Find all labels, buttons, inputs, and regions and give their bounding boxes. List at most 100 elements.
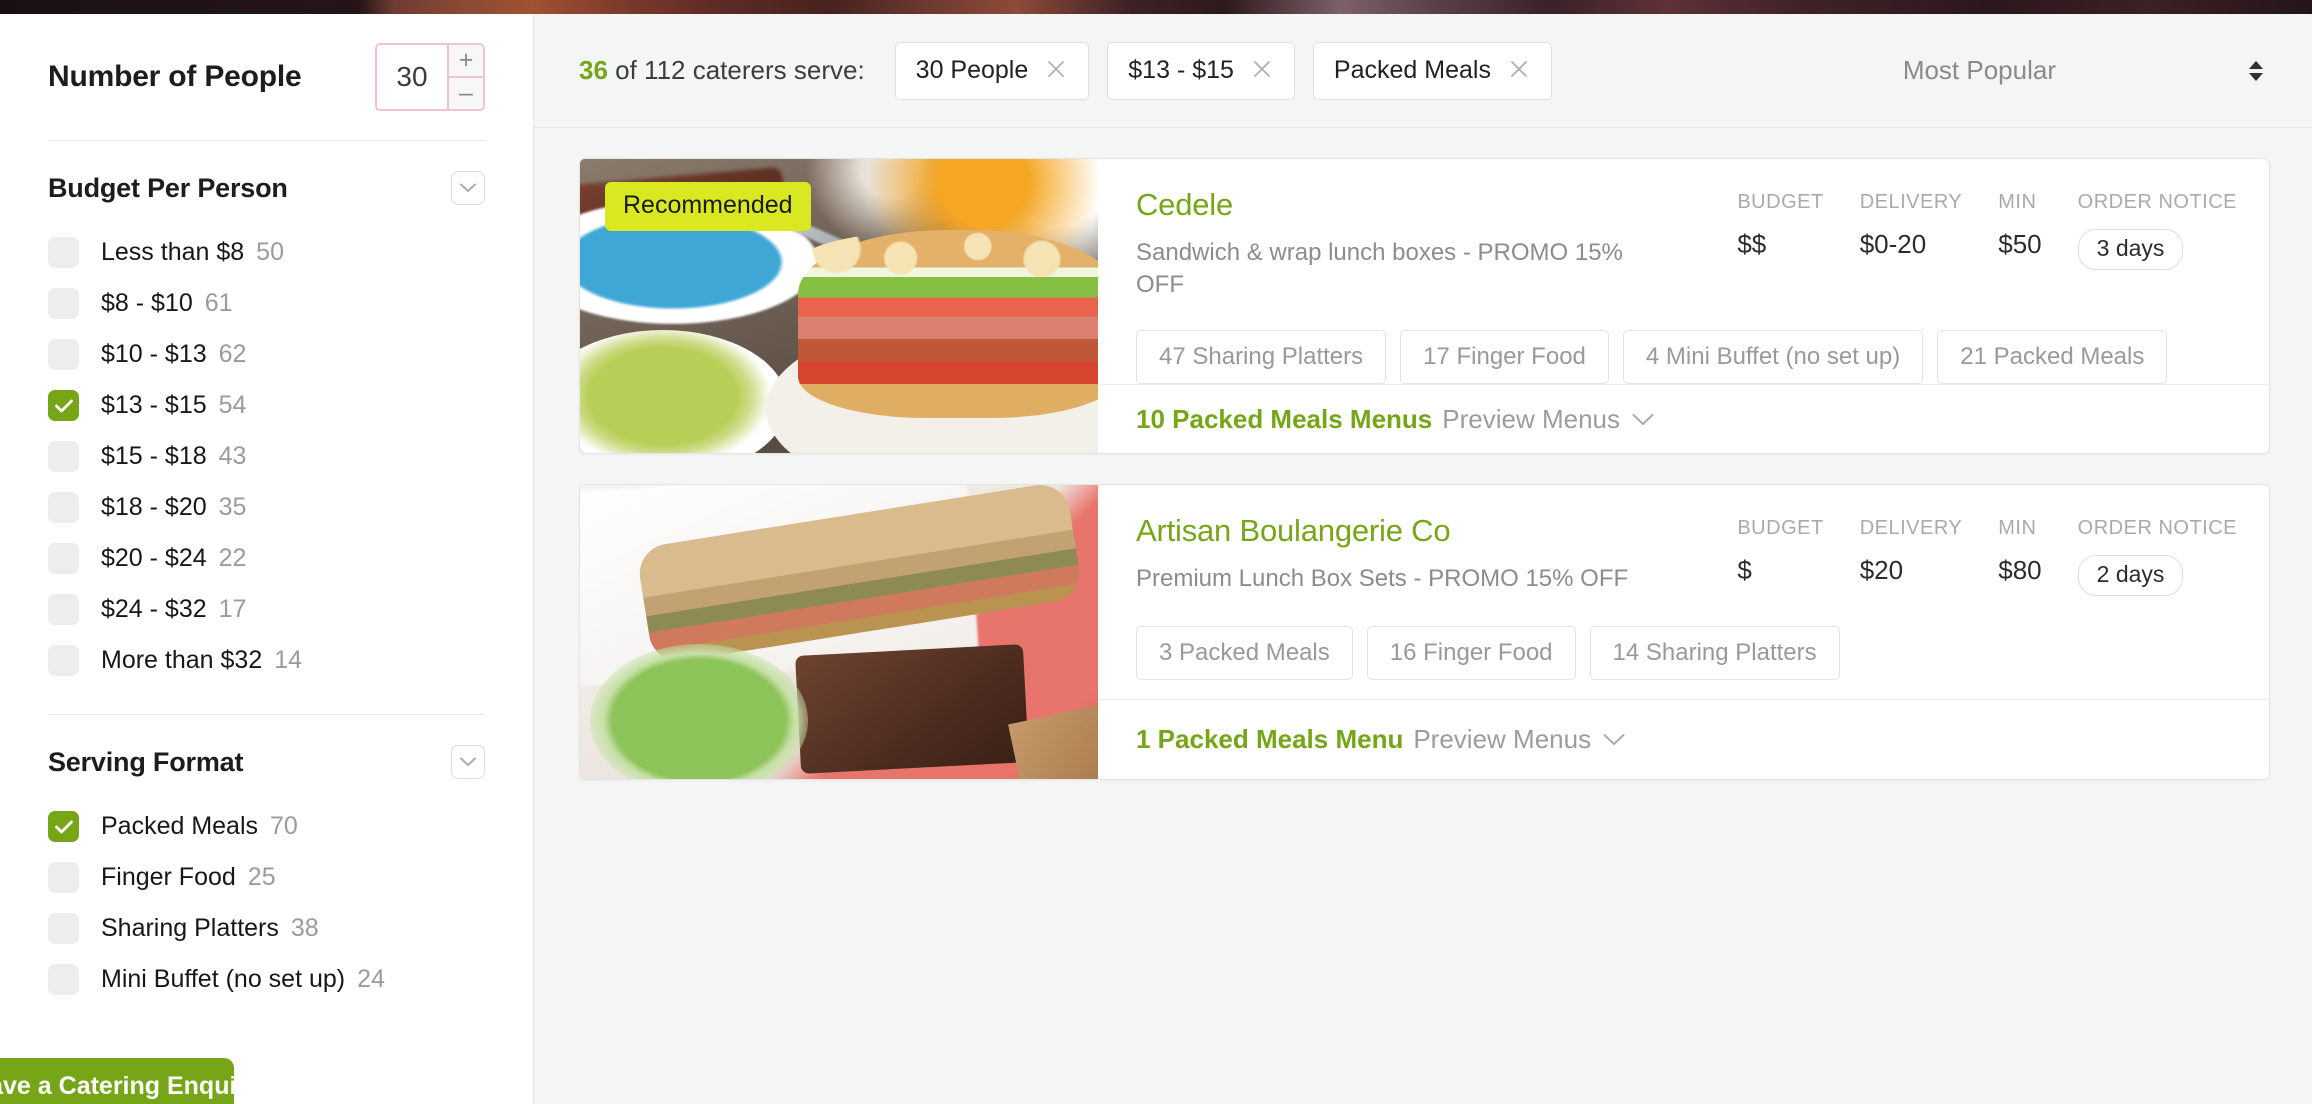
- filter-chip[interactable]: 30 People: [894, 41, 1090, 100]
- menu-category-tag[interactable]: 4 Mini Buffet (no set up): [1622, 330, 1924, 385]
- budget-collapse-button[interactable]: [451, 171, 485, 205]
- serving-format-group: Serving Format Packed Meals 70 Finger Food…: [48, 715, 485, 1005]
- close-icon[interactable]: [1507, 57, 1531, 85]
- serving-format-option-label: Mini Buffet (no set up): [101, 965, 346, 993]
- hero-image-strip: [0, 0, 2312, 14]
- serving-format-option[interactable]: Finger Food 25: [48, 852, 485, 903]
- chevron-down-icon[interactable]: [1603, 733, 1625, 746]
- menu-category-tag[interactable]: 17 Finger Food: [1400, 330, 1609, 385]
- caterer-stat: BUDGET $: [1737, 517, 1823, 596]
- menu-category-tag[interactable]: 21 Packed Meals: [1937, 330, 2168, 385]
- budget-checkbox[interactable]: [48, 492, 79, 523]
- budget-checkbox[interactable]: [48, 339, 79, 370]
- menu-category-tag[interactable]: 3 Packed Meals: [1136, 626, 1353, 680]
- caterer-info: Artisan Boulangerie Co Premium Lunch Box …: [1136, 513, 1737, 596]
- caterer-card[interactable]: Artisan Boulangerie Co Premium Lunch Box …: [579, 484, 2270, 780]
- serving-format-option[interactable]: Sharing Platters 38: [48, 903, 485, 954]
- serving-format-option-label: Packed Meals: [101, 812, 259, 840]
- budget-checkbox[interactable]: [48, 288, 79, 319]
- caterer-thumbnail[interactable]: [580, 485, 1098, 779]
- caterer-stat-value: $50: [1998, 229, 2042, 259]
- budget-checkbox[interactable]: [48, 390, 79, 421]
- serving-format-collapse-button[interactable]: [451, 745, 485, 779]
- people-count-input[interactable]: 30: [377, 45, 447, 109]
- close-icon[interactable]: [1250, 57, 1274, 85]
- chevron-down-icon[interactable]: [1632, 413, 1654, 426]
- budget-option[interactable]: $15 - $18 43: [48, 431, 485, 482]
- budget-option-label: $20 - $24: [101, 544, 207, 572]
- budget-option-count: 62: [218, 340, 247, 368]
- budget-checkbox[interactable]: [48, 237, 79, 268]
- number-of-people-filter: Number of People 30 + –: [48, 14, 485, 140]
- filter-chip-label: Packed Meals: [1333, 56, 1491, 84]
- budget-option[interactable]: $18 - $20 35: [48, 482, 485, 533]
- serving-format-option-count: 24: [357, 965, 385, 993]
- caterer-name-link[interactable]: Cedele: [1136, 187, 1707, 223]
- close-icon[interactable]: [1044, 57, 1068, 85]
- caterer-name-link[interactable]: Artisan Boulangerie Co: [1136, 513, 1707, 549]
- budget-option-label: More than $32: [101, 646, 263, 674]
- caterer-stat-value-wrap: 2 days: [2077, 555, 2237, 596]
- serving-format-checkbox[interactable]: [48, 811, 79, 842]
- serving-format-checkbox[interactable]: [48, 862, 79, 893]
- budget-option-count: 43: [218, 442, 247, 470]
- budget-checkbox[interactable]: [48, 543, 79, 574]
- caterer-card[interactable]: Recommended Cedele Sandwich & wrap lunch b…: [579, 158, 2270, 454]
- budget-option-label: $18 - $20: [101, 493, 207, 521]
- caterer-stat: ORDER NOTICE 2 days: [2077, 517, 2237, 596]
- budget-option[interactable]: $10 - $13 62: [48, 329, 485, 380]
- sort-dropdown[interactable]: Most Popular: [1903, 55, 2270, 86]
- sort-selected-value: Most Popular: [1902, 55, 2056, 85]
- caterer-photo: [580, 485, 1098, 779]
- stepper-buttons: + –: [447, 45, 483, 109]
- caterer-menu-tags: 47 Sharing Platters 17 Finger Food 4 Mini …: [1136, 330, 2237, 385]
- caterer-stat-value: $: [1737, 555, 1752, 585]
- increment-people-button[interactable]: +: [449, 45, 483, 78]
- filter-chip[interactable]: Packed Meals: [1312, 41, 1552, 100]
- leave-catering-enquiry-button[interactable]: Leave a Catering Enquiry: [0, 1058, 234, 1104]
- preview-menus-row[interactable]: 1 Packed Meals Menu Preview Menus: [1098, 699, 2269, 779]
- caterer-card-top: Artisan Boulangerie Co Premium Lunch Box …: [1136, 513, 2237, 596]
- budget-option[interactable]: $8 - $10 61: [48, 278, 485, 329]
- budget-option[interactable]: Less than $8 50: [48, 227, 485, 278]
- budget-option[interactable]: $20 - $24 22: [48, 533, 485, 584]
- budget-option-label: $15 - $18: [101, 442, 207, 470]
- budget-checkbox[interactable]: [48, 594, 79, 625]
- menu-category-tag[interactable]: 16 Finger Food: [1366, 626, 1576, 680]
- recommended-badge: Recommended: [605, 182, 811, 231]
- caterer-thumbnail[interactable]: Recommended: [580, 159, 1098, 453]
- filter-chip[interactable]: $13 - $15: [1107, 41, 1295, 100]
- serving-format-option[interactable]: Packed Meals 70: [48, 801, 485, 852]
- serving-format-checkbox[interactable]: [48, 964, 79, 995]
- budget-option[interactable]: $24 - $32 17: [48, 584, 485, 635]
- serving-format-option[interactable]: Mini Buffet (no set up) 24: [48, 954, 485, 1005]
- caterer-stat-label: MIN: [1998, 191, 2037, 213]
- caterer-stat-value: $$: [1737, 229, 1767, 259]
- caterer-menu-tags: 3 Packed Meals 16 Finger Food 14 Sharing P…: [1136, 626, 2237, 680]
- caterer-stat-value: $20: [1859, 555, 1904, 585]
- preview-menus-label: Preview Menus: [1413, 724, 1592, 754]
- menu-category-tag[interactable]: 14 Sharing Platters: [1589, 626, 1840, 680]
- budget-option[interactable]: More than $32 14: [48, 635, 485, 686]
- serving-format-option-count: 38: [290, 914, 319, 942]
- budget-option-label: $13 - $15: [101, 391, 207, 419]
- preview-menus-row[interactable]: 10 Packed Meals Menus Preview Menus: [1098, 384, 2269, 453]
- caterer-stat-label: ORDER NOTICE: [2077, 191, 2237, 213]
- budget-option[interactable]: $13 - $15 54: [48, 380, 485, 431]
- serving-format-checkbox[interactable]: [48, 913, 79, 944]
- caterer-stat-label: DELIVERY: [1859, 191, 1963, 213]
- caterer-info: Cedele Sandwich & wrap lunch boxes - PROM…: [1136, 187, 1737, 300]
- people-stepper[interactable]: 30 + –: [375, 43, 485, 111]
- budget-checkbox[interactable]: [48, 441, 79, 472]
- serving-format-group-header: Serving Format: [48, 745, 485, 779]
- caterer-stat-label: DELIVERY: [1859, 517, 1963, 539]
- caterer-stat: MIN $50: [1998, 191, 2041, 300]
- serving-format-option-label: Sharing Platters: [101, 914, 279, 942]
- budget-checkbox[interactable]: [48, 645, 79, 676]
- order-notice-pill: 2 days: [2077, 555, 2184, 596]
- chevron-down-icon: [460, 183, 476, 193]
- decrement-people-button[interactable]: –: [449, 78, 483, 109]
- filter-chip-label: 30 People: [915, 56, 1029, 84]
- caterer-card-top: Cedele Sandwich & wrap lunch boxes - PROM…: [1136, 187, 2237, 300]
- menu-category-tag[interactable]: 47 Sharing Platters: [1136, 330, 1387, 385]
